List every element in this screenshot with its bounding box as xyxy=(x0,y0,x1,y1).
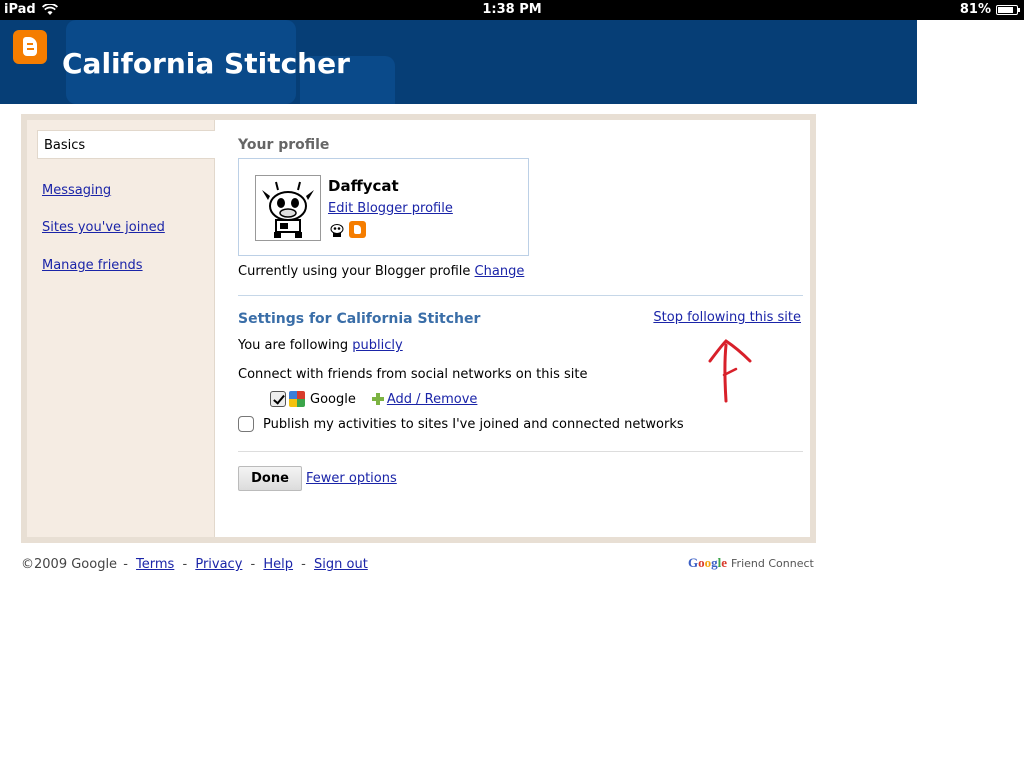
plus-icon[interactable] xyxy=(371,393,384,405)
sidebar-item-messaging[interactable]: Messaging xyxy=(42,183,111,198)
following-text: You are following xyxy=(238,338,349,353)
blog-header: California Stitcher xyxy=(0,20,917,104)
sidebar: Basics Messaging Sites you've joined Man… xyxy=(27,120,215,537)
sidebar-item-sites-joined[interactable]: Sites you've joined xyxy=(42,220,165,235)
footer-signout-link[interactable]: Sign out xyxy=(314,557,368,572)
footer-privacy-link[interactable]: Privacy xyxy=(195,557,242,572)
footer-terms-link[interactable]: Terms xyxy=(136,557,174,572)
sidebar-item-basics[interactable]: Basics xyxy=(37,130,215,159)
google-wordmark: Google xyxy=(688,555,728,570)
blogger-mini-icon[interactable] xyxy=(349,221,366,238)
connect-text: Connect with friends from social network… xyxy=(238,367,588,382)
battery-fill xyxy=(998,6,1013,13)
battery-percent: 81% xyxy=(959,2,991,17)
avatar[interactable] xyxy=(255,175,321,241)
friend-connect-logo[interactable]: Google Friend Connect xyxy=(688,555,814,571)
blogger-logo-icon[interactable] xyxy=(13,30,47,64)
profile-heading: Your profile xyxy=(238,137,330,153)
friend-connect-text: Friend Connect xyxy=(731,557,814,570)
publish-activities-checkbox[interactable] xyxy=(238,416,254,432)
footer: ©2009 Google - Terms - Privacy - Help - … xyxy=(21,557,368,572)
settings-heading: Settings for California Stitcher xyxy=(238,311,481,327)
footer-help-link[interactable]: Help xyxy=(263,557,293,572)
stop-following-link[interactable]: Stop following this site xyxy=(653,310,801,325)
status-right: 81% xyxy=(959,2,1020,17)
settings-panel: Basics Messaging Sites you've joined Man… xyxy=(21,114,816,543)
google-network-row: Google Add / Remove xyxy=(270,389,477,409)
google-checkbox[interactable] xyxy=(270,391,286,407)
divider xyxy=(238,295,803,296)
status-bar: iPad 1:38 PM 81% xyxy=(0,0,1024,20)
add-remove-link[interactable]: Add / Remove xyxy=(387,392,478,407)
profile-name: Daffycat xyxy=(328,177,399,195)
status-time: 1:38 PM xyxy=(482,2,542,17)
cow-avatar-icon xyxy=(262,181,314,238)
done-button[interactable]: Done xyxy=(238,466,302,491)
google-label: Google xyxy=(310,391,356,407)
edit-profile-link[interactable]: Edit Blogger profile xyxy=(328,201,453,216)
annotation-arrow-icon xyxy=(708,339,752,403)
cow-mini-icon[interactable] xyxy=(329,222,345,238)
fewer-options-link[interactable]: Fewer options xyxy=(306,471,397,486)
following-visibility-link[interactable]: publicly xyxy=(352,338,402,353)
change-profile-link[interactable]: Change xyxy=(475,264,525,279)
copyright: ©2009 Google xyxy=(21,557,118,572)
divider xyxy=(238,451,803,452)
following-status: You are following publicly xyxy=(238,338,403,353)
profile-status-text: Currently using your Blogger profile xyxy=(238,264,471,279)
publish-activities-label: Publish my activities to sites I've join… xyxy=(263,416,684,432)
profile-card: Daffycat Edit Blogger profile xyxy=(238,158,529,256)
publish-activities-row: Publish my activities to sites I've join… xyxy=(238,416,684,432)
settings-panel-inner: Basics Messaging Sites you've joined Man… xyxy=(27,120,810,537)
profile-status: Currently using your Blogger profile Cha… xyxy=(238,264,524,279)
google-icon xyxy=(289,391,305,407)
main-content: Your profile Daffycat Edit Blogger profi… xyxy=(238,120,810,537)
sidebar-item-manage-friends[interactable]: Manage friends xyxy=(42,258,143,273)
battery-icon xyxy=(996,4,1020,15)
blog-title[interactable]: California Stitcher xyxy=(62,47,350,80)
